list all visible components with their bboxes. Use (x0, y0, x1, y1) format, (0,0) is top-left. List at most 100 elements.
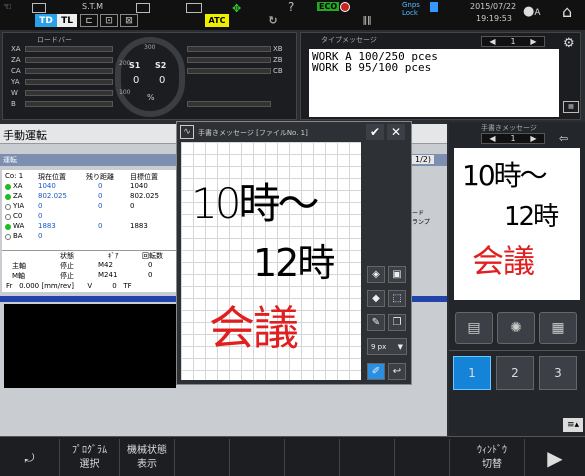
manual-page-label: 1/2) (412, 155, 434, 164)
axis-status-dot (5, 184, 11, 190)
back-icon[interactable]: ⇦ (559, 132, 568, 145)
gnss-lock-label: Gnps Lock (402, 1, 420, 17)
co-value: 1 (18, 172, 24, 180)
eraser-icon[interactable]: ◈ (367, 266, 385, 283)
machine-status-key[interactable]: 機械状態 表示 (120, 439, 175, 476)
axis-cross-icon: ✥ (232, 2, 242, 15)
axis-label: XA (11, 45, 21, 53)
handwriting-preview[interactable]: 10時～ 12時 会議 (454, 148, 580, 300)
spindle-row: 主軸 停止 M42 0 (2, 261, 176, 271)
program-select-key[interactable]: ﾌﾟﾛｸﾞﾗﾑ 選択 (60, 439, 120, 476)
axis-label: XB (273, 45, 283, 53)
help-icon[interactable]: ? (288, 0, 294, 14)
keyboard-icon[interactable]: ▦ (563, 101, 579, 113)
softkey-empty[interactable] (340, 439, 395, 476)
prev-page-icon[interactable]: ◀ (489, 134, 495, 143)
message-text-box[interactable]: WORK A 100/250 pces WORK B 95/100 pces (309, 49, 559, 117)
position-cell-rem: 0 (98, 192, 103, 200)
s2-label: S2 (155, 61, 167, 70)
color-pen-icon[interactable]: ✐ (367, 363, 385, 380)
user-icon[interactable]: ●A (523, 4, 541, 19)
pen-tool-icon[interactable]: ✎ (367, 314, 385, 331)
copy-icon[interactable]: ❐ (388, 314, 406, 331)
settings-gear-icon[interactable]: ⚙ (563, 36, 575, 51)
softkey-bar: ⤾ ﾌﾟﾛｸﾞﾗﾑ 選択 機械状態 表示 ｳｨﾝﾄﾞｳ 切替 ▶ (0, 436, 585, 476)
load-bar (25, 68, 113, 74)
position-cell-cur: 802.025 (38, 192, 67, 200)
position-row: XA 1040 0 1040 (2, 182, 176, 192)
coolant-icon: ∥∥ (362, 15, 372, 26)
close-icon[interactable]: ✕ (387, 124, 405, 140)
feed-row: Fr 0.000 [mm/rev] V 0 TF (6, 282, 132, 290)
position-row: C0 0 (2, 212, 176, 222)
clear-icon[interactable]: ◆ (367, 290, 385, 307)
load-bar (25, 101, 113, 107)
manual-title: 手動運転 (3, 129, 47, 142)
pen-size-select[interactable]: 9 px ▼ (367, 338, 407, 355)
load-bar (187, 46, 271, 52)
mode-icon-a[interactable]: ⊏ (80, 14, 98, 27)
tab-label: 2 (511, 366, 519, 380)
wheel-icon[interactable]: ✺ (497, 312, 535, 344)
tf-label: TF (123, 282, 132, 290)
message-page-number: 1 (510, 37, 516, 46)
percent-label: % (147, 93, 155, 102)
camera-icon (136, 3, 150, 13)
hand-line-1: 10時～ (191, 179, 319, 228)
spindle-cell-gear: M241 (98, 271, 118, 279)
layout-tab-3[interactable]: 3 (539, 356, 577, 390)
mode-tab-tl[interactable]: TL (57, 14, 77, 27)
screenshot-icon[interactable]: ▣ (388, 266, 406, 283)
undo-icon[interactable]: ↩ (388, 363, 406, 380)
right-page-number: 1 (510, 134, 516, 143)
menu-toggle-icon[interactable]: ≡▴ (563, 418, 583, 432)
file-icon (430, 2, 438, 12)
tab-label: 1 (468, 366, 476, 380)
select-area-icon[interactable]: ⬚ (388, 290, 406, 307)
axis-label: CA (11, 67, 21, 75)
document-icon[interactable]: ▤ (455, 312, 493, 344)
position-cell-cur: 0 (38, 232, 43, 240)
spindle-cell-state: 停止 (60, 262, 74, 270)
side-text: ード (412, 210, 425, 217)
hand-line-2: 12時 (253, 241, 335, 285)
window-switch-key[interactable]: ｳｨﾝﾄﾞｳ 切替 (460, 439, 525, 476)
mode-icon-b[interactable]: ⊡ (100, 14, 118, 27)
menu-back-key[interactable]: ⤾ (0, 439, 60, 476)
mode-icon-c[interactable]: ⊠ (120, 14, 138, 27)
softkey-bottom: 選択 (79, 458, 100, 470)
scale-label: 200 (119, 60, 131, 67)
prev-page-icon[interactable]: ◀ (489, 37, 495, 46)
axis-label: YA (11, 78, 20, 86)
eco-badge: ECO (317, 2, 340, 11)
calculator-icon[interactable]: ▦ (539, 312, 577, 344)
softkey-empty[interactable] (230, 439, 285, 476)
next-page-key[interactable]: ▶ (525, 439, 585, 476)
next-page-icon[interactable]: ▶ (530, 134, 536, 143)
message-pager: ◀ 1 ▶ (481, 36, 545, 47)
softkey-bottom: 切替 (482, 458, 502, 470)
layout-tab-1[interactable]: 1 (453, 356, 491, 390)
mode-tab-td[interactable]: TD (35, 14, 57, 27)
message-line: WORK B 95/100 pces (312, 61, 432, 74)
layout-tab-2[interactable]: 2 (496, 356, 534, 390)
ok-check-icon[interactable]: ✔ (366, 124, 384, 140)
load-bar (187, 101, 271, 107)
softkey-empty[interactable] (395, 439, 450, 476)
softkey-empty[interactable] (285, 439, 340, 476)
hand-line-3: 会議 (209, 301, 299, 355)
co-label: Co: (5, 172, 17, 180)
softkey-empty[interactable] (175, 439, 230, 476)
spindle-col-header: 回転数 (142, 252, 163, 260)
handwriting-dialog: ∿ 手書きメッセージ [ファイルNo. 1] ✔ ✕ 10時～ 12時 会議 ◈… (176, 121, 412, 385)
spindle-row: M軸 停止 M241 0 (2, 271, 176, 281)
spindle-cell-state: 停止 (60, 272, 74, 280)
s1-value: 0 (133, 75, 140, 86)
hand-wave-icon[interactable]: ☜ (3, 2, 25, 14)
home-icon[interactable]: ⌂ (562, 2, 572, 21)
next-page-icon[interactable]: ▶ (530, 37, 536, 46)
pen-size-value: 9 px (371, 342, 387, 351)
divider (449, 350, 585, 351)
drawing-canvas[interactable]: 10時～ 12時 会議 (181, 142, 361, 380)
date-label: 2015/07/22 (470, 2, 517, 11)
